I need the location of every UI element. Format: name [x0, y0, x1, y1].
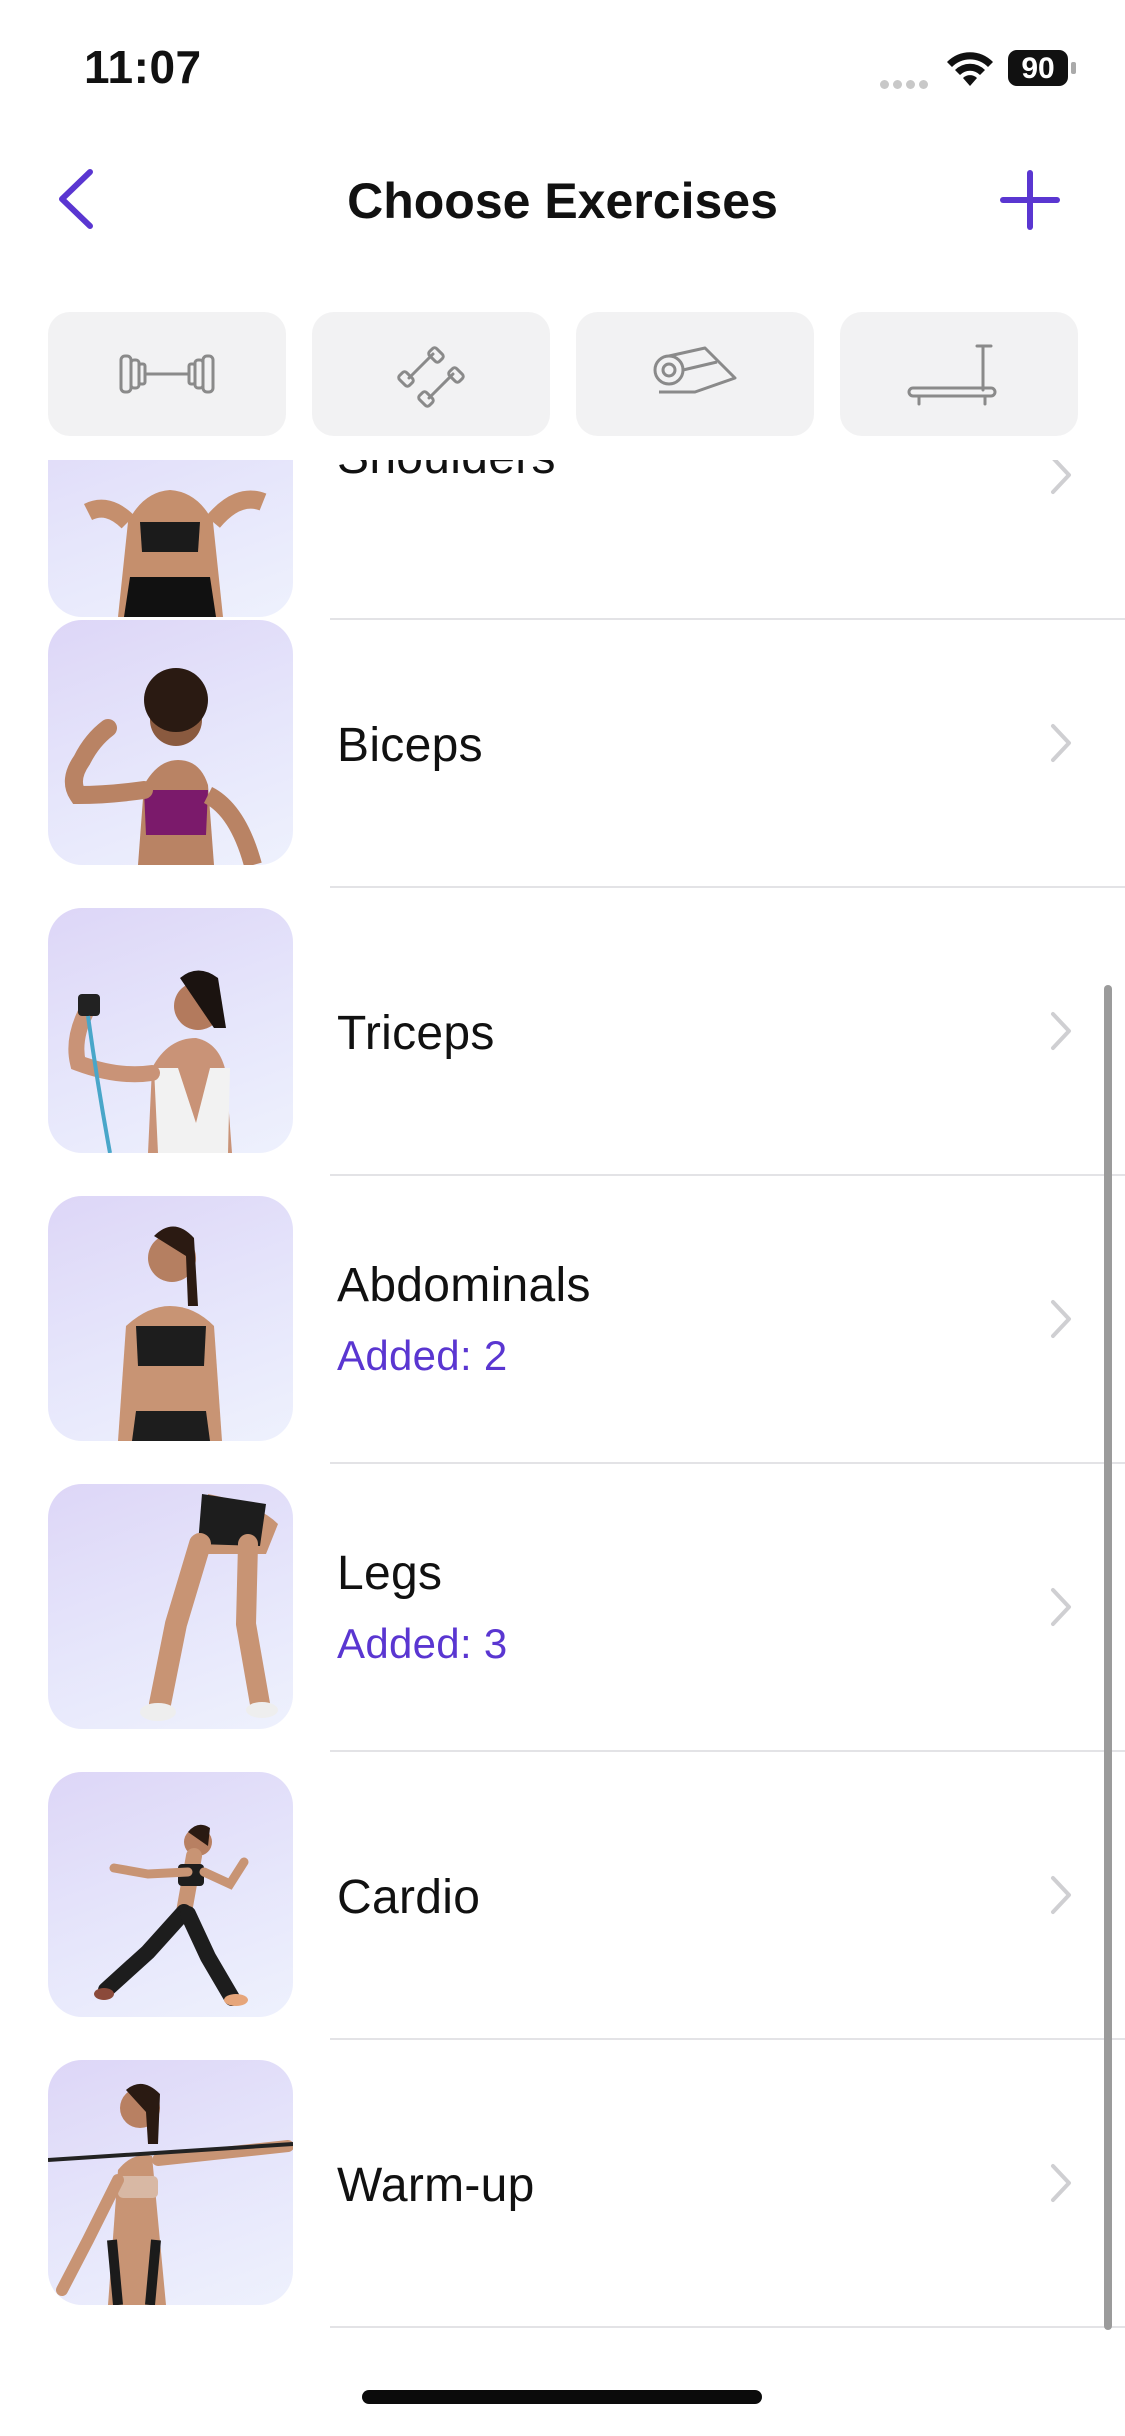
- nav-bar: Choose Exercises: [0, 140, 1125, 260]
- row-divider: [330, 1462, 1125, 1464]
- triceps-thumbnail: [48, 908, 293, 1153]
- yoga-mat-icon: [653, 346, 737, 394]
- category-row-triceps[interactable]: Triceps: [0, 908, 1125, 1196]
- battery-icon: 90: [1008, 50, 1078, 88]
- row-divider: [330, 1750, 1125, 1752]
- chevron-right-icon: [1051, 1012, 1071, 1050]
- scrollbar[interactable]: [1104, 985, 1112, 2330]
- chevron-right-icon: [1051, 1588, 1071, 1626]
- row-divider: [330, 2038, 1125, 2040]
- plus-icon[interactable]: [995, 165, 1065, 235]
- chevron-right-icon: [1051, 724, 1071, 762]
- chevron-right-icon: [1051, 1300, 1071, 1338]
- wifi-icon: [947, 52, 993, 86]
- home-indicator[interactable]: [362, 2390, 762, 2404]
- exercise-category-list: Shoulders Biceps: [0, 460, 1125, 2340]
- row-divider: [330, 886, 1125, 888]
- warm-up-thumbnail: [48, 2060, 293, 2305]
- signal-icon: [880, 76, 934, 89]
- abdominals-thumbnail: [48, 1196, 293, 1441]
- treadmill-icon: [907, 344, 997, 406]
- status-bar: 11:07 90: [0, 0, 1125, 140]
- category-row-cardio[interactable]: Cardio: [0, 1772, 1125, 2060]
- biceps-thumbnail: [48, 620, 293, 865]
- category-row-biceps[interactable]: Biceps: [0, 620, 1125, 908]
- dumbbells-icon: [397, 346, 465, 408]
- category-row-legs[interactable]: Legs Added: 3: [0, 1484, 1125, 1772]
- row-divider: [330, 2326, 1125, 2328]
- category-added-count: Added: 2: [337, 1332, 508, 1379]
- filter-barbell[interactable]: [48, 312, 286, 436]
- category-added-count: Added: 3: [337, 1620, 508, 1667]
- category-title: Cardio: [337, 1871, 481, 1924]
- category-row-shoulders[interactable]: Shoulders: [0, 460, 1125, 620]
- category-title: Biceps: [337, 719, 483, 772]
- category-title: Legs: [337, 1547, 443, 1600]
- filter-treadmill[interactable]: [840, 312, 1078, 436]
- category-title: Triceps: [337, 1007, 495, 1060]
- chevron-right-icon: [1051, 460, 1071, 494]
- category-title: Shoulders: [337, 460, 556, 485]
- status-time: 11:07: [84, 41, 202, 93]
- chevron-right-icon: [1051, 2164, 1071, 2202]
- barbell-icon: [119, 354, 215, 394]
- page-title: Choose Exercises: [347, 173, 778, 229]
- category-title: Abdominals: [337, 1259, 591, 1312]
- shoulders-thumbnail: [48, 460, 293, 617]
- category-row-abdominals[interactable]: Abdominals Added: 2: [0, 1196, 1125, 1484]
- chevron-right-icon: [1051, 1876, 1071, 1914]
- row-divider: [330, 1174, 1125, 1176]
- filter-yoga-mat[interactable]: [576, 312, 814, 436]
- filter-dumbbells[interactable]: [312, 312, 550, 436]
- category-title: Warm-up: [337, 2159, 535, 2212]
- cardio-thumbnail: [48, 1772, 293, 2017]
- equipment-filter-bar: [48, 312, 1078, 436]
- category-row-warm-up[interactable]: Warm-up: [0, 2060, 1125, 2340]
- battery-level: 90: [1008, 50, 1068, 86]
- legs-thumbnail: [48, 1484, 293, 1729]
